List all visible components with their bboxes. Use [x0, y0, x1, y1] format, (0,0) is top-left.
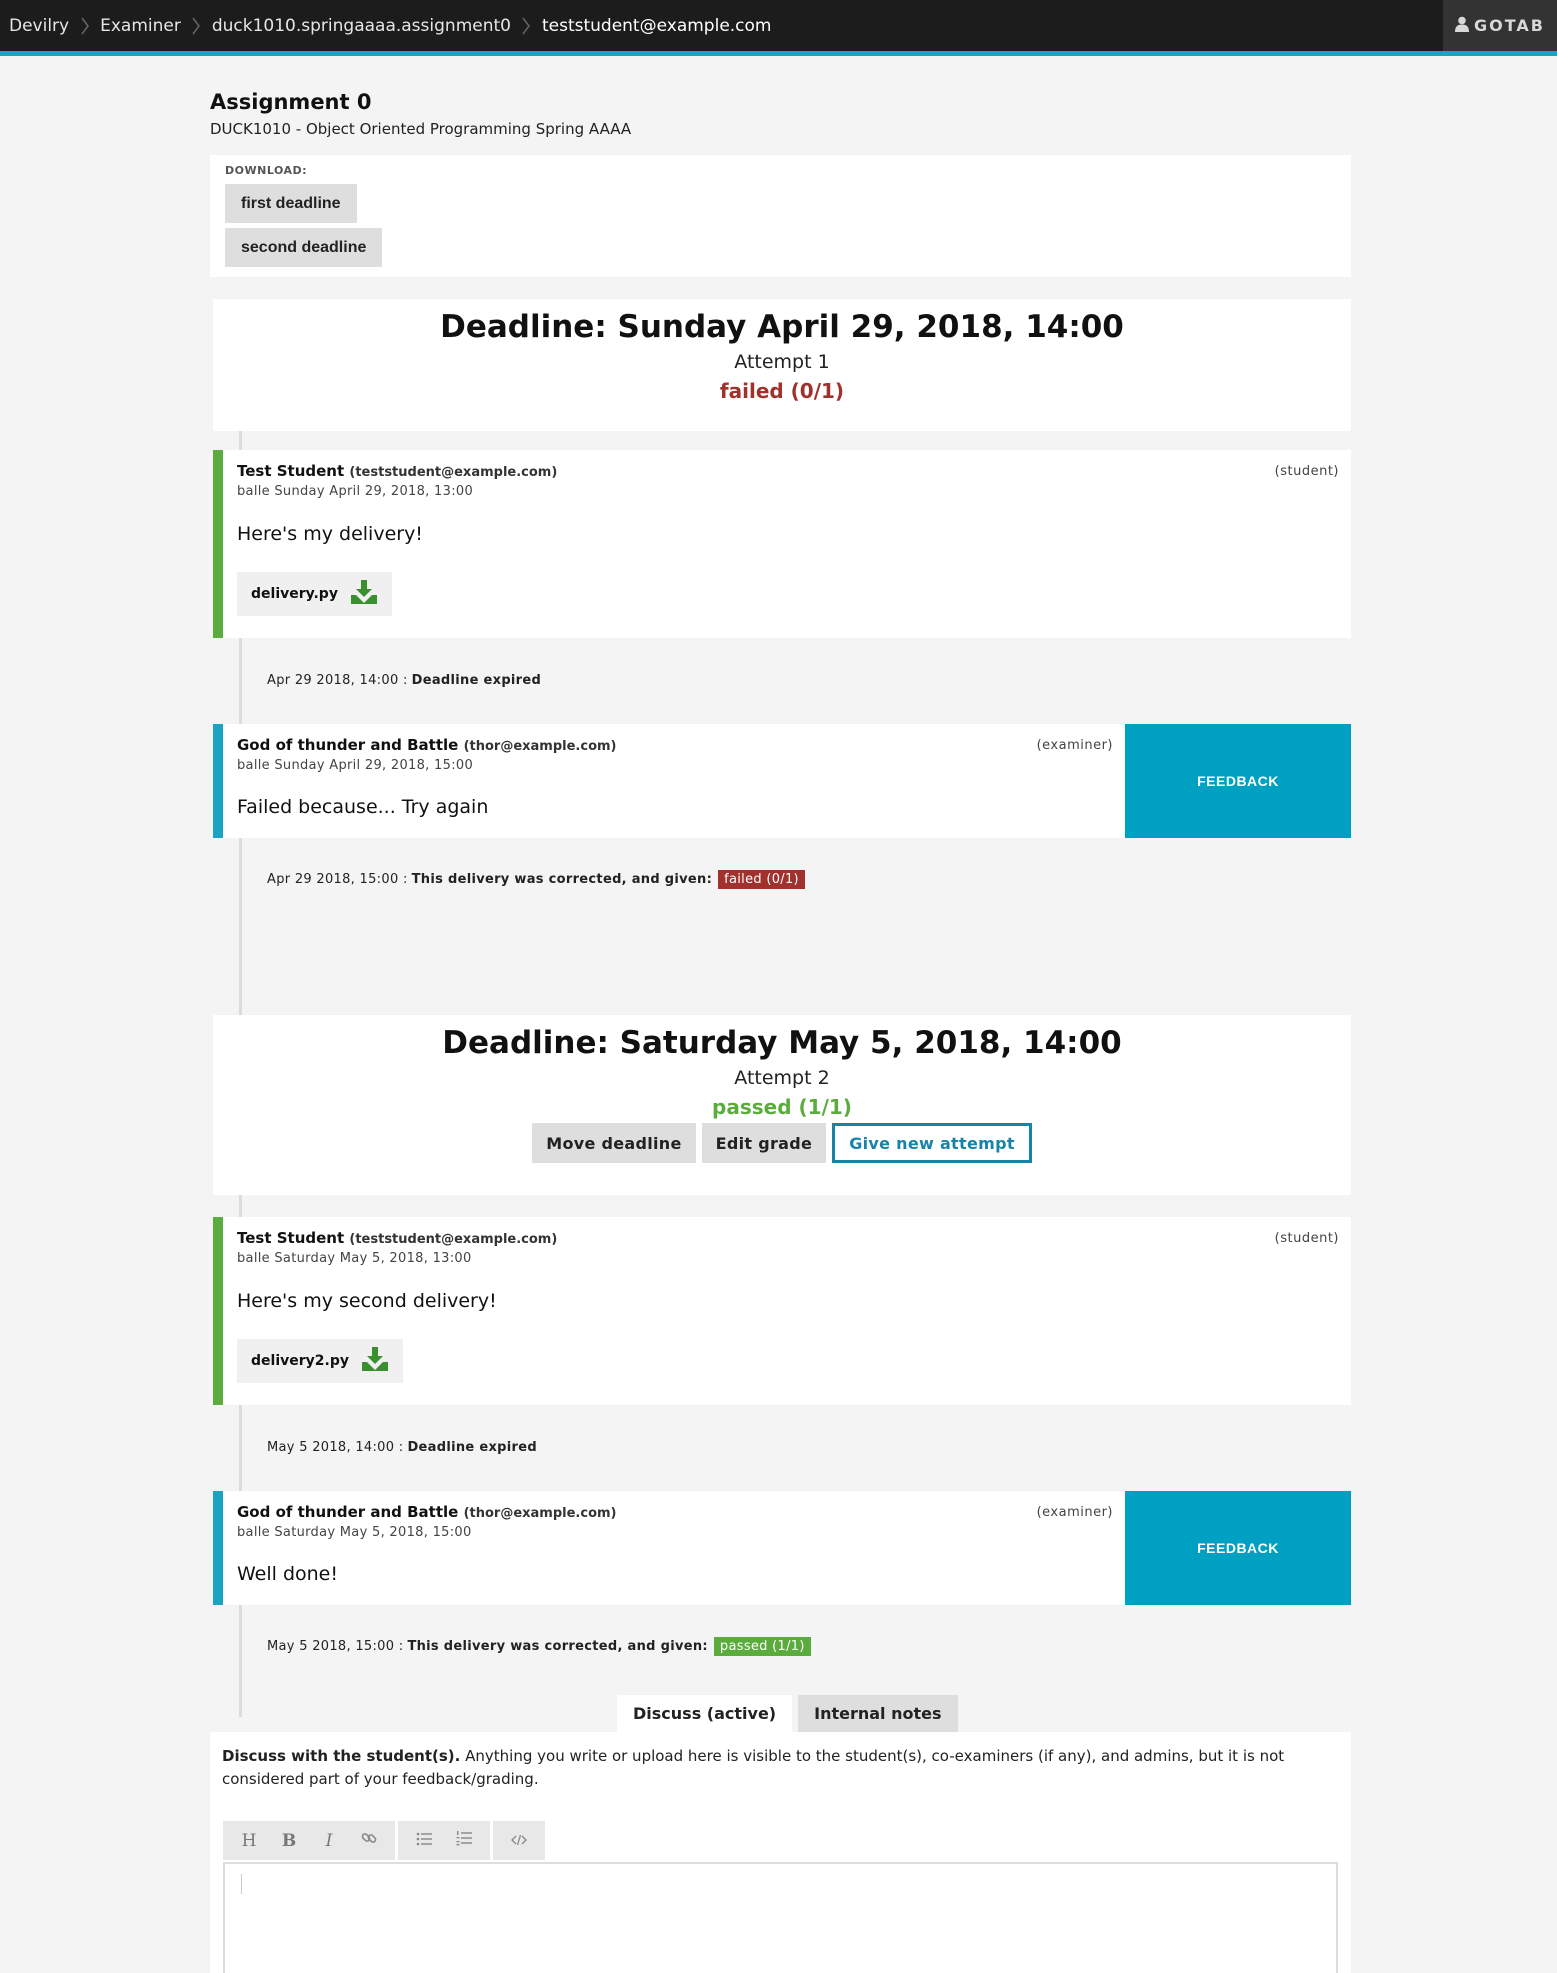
user-menu-button[interactable]: GOTAB — [1443, 0, 1557, 51]
grade-status: passed (1/1) — [712, 1095, 852, 1119]
code-icon — [511, 1831, 527, 1851]
event-text: This delivery was corrected, and given: — [407, 1639, 708, 1654]
link-button[interactable] — [349, 1821, 389, 1860]
author-name: God of thunder and Battle — [237, 736, 459, 754]
grading-event: Apr 29 2018, 15:00 : This delivery was co… — [267, 870, 805, 889]
chevron-right-icon — [78, 14, 91, 38]
file-name: delivery.py — [251, 586, 338, 602]
student-delivery-message: Test Student (teststudent@example.com) (… — [213, 450, 1351, 638]
deadline-2-header: Deadline: Saturday May 5, 2018, 14:00 At… — [213, 1015, 1351, 1195]
event-date: May 5 2018, 15:00 : — [267, 1639, 404, 1654]
event-date: Apr 29 2018, 14:00 : — [267, 673, 408, 688]
event-text: This delivery was corrected, and given: — [411, 872, 713, 887]
tab-discuss[interactable]: Discuss (active) — [617, 1695, 793, 1732]
deadline-1-header: Deadline: Sunday April 29, 2018, 14:00 A… — [213, 299, 1351, 431]
role-label: (student) — [1274, 1231, 1339, 1246]
author-name: Test Student — [237, 462, 345, 480]
link-icon — [361, 1830, 377, 1851]
download-panel: DOWNLOAD: first deadline second deadline — [210, 155, 1351, 277]
bold-button[interactable]: B — [269, 1821, 309, 1860]
user-name: GOTAB — [1474, 16, 1545, 35]
message-date: balle Sunday April 29, 2018, 15:00 — [237, 758, 474, 773]
event-date: May 5 2018, 14:00 : — [267, 1440, 404, 1455]
download-label: DOWNLOAD: — [225, 164, 308, 177]
event-text: Deadline expired — [411, 673, 542, 688]
examiner-feedback-message: God of thunder and Battle (thor@example.… — [213, 724, 1351, 838]
author-email: (thor@example.com) — [463, 1506, 617, 1521]
attempt-label: Attempt 1 — [734, 351, 830, 373]
grade-tag: failed (0/1) — [718, 870, 805, 889]
deadline-expired-event: May 5 2018, 14:00 : Deadline expired — [267, 1440, 537, 1455]
author-email: (teststudent@example.com) — [349, 1232, 558, 1247]
message-text: Failed because... Try again — [237, 796, 489, 818]
message-date: balle Saturday May 5, 2018, 13:00 — [237, 1251, 472, 1266]
author-email: (thor@example.com) — [463, 739, 617, 754]
file-name: delivery2.py — [251, 1353, 349, 1369]
feedback-button[interactable]: FEEDBACK — [1125, 1491, 1351, 1605]
numbered-list-button[interactable] — [444, 1821, 484, 1860]
deadline-title: Deadline: Sunday April 29, 2018, 14:00 — [440, 309, 1124, 345]
deadline-actions: Move deadline Edit grade Give new attemp… — [213, 1123, 1351, 1163]
page-title: Assignment 0 — [210, 90, 372, 114]
role-label: (examiner) — [1036, 738, 1113, 753]
comment-editor[interactable] — [223, 1862, 1338, 1973]
discussion-lead: Discuss with the student(s). — [222, 1747, 461, 1765]
chevron-right-icon — [190, 14, 203, 38]
author-name: Test Student — [237, 1229, 345, 1247]
breadcrumb-assignment[interactable]: duck1010.springaaaa.assignment0 — [203, 16, 520, 36]
role-label: (student) — [1274, 464, 1339, 479]
download-icon — [338, 579, 378, 609]
discussion-panel: Discuss with the student(s). Anything yo… — [210, 1732, 1351, 1973]
discussion-tabs: Discuss (active) Internal notes — [617, 1695, 958, 1732]
top-navbar: Devilry Examiner duck1010.springaaaa.ass… — [0, 0, 1557, 56]
author-name: God of thunder and Battle — [237, 1503, 459, 1521]
attempt-label: Attempt 2 — [734, 1067, 830, 1089]
download-second-deadline-button[interactable]: second deadline — [225, 228, 383, 267]
text-caret — [241, 1874, 242, 1894]
heading-button[interactable]: H — [229, 1821, 269, 1860]
tab-internal-notes[interactable]: Internal notes — [798, 1695, 958, 1732]
course-subtitle: DUCK1010 - Object Oriented Programming S… — [210, 120, 632, 138]
grading-event: May 5 2018, 15:00 : This delivery was cor… — [267, 1637, 811, 1656]
file-download-chip[interactable]: delivery2.py — [237, 1339, 403, 1383]
message-text: Here's my second delivery! — [237, 1290, 497, 1312]
feedback-button[interactable]: FEEDBACK — [1125, 724, 1351, 838]
download-icon — [349, 1346, 389, 1376]
file-download-chip[interactable]: delivery.py — [237, 572, 392, 616]
breadcrumb: Devilry Examiner duck1010.springaaaa.ass… — [0, 0, 781, 51]
edit-grade-button[interactable]: Edit grade — [701, 1123, 827, 1163]
message-date: balle Sunday April 29, 2018, 13:00 — [237, 484, 474, 499]
event-date: Apr 29 2018, 15:00 : — [267, 872, 408, 887]
author-email: (teststudent@example.com) — [349, 465, 558, 480]
user-icon — [1455, 16, 1474, 36]
move-deadline-button[interactable]: Move deadline — [532, 1123, 696, 1163]
bulleted-list-icon — [416, 1831, 432, 1851]
editor-toolbar: H B I — [223, 1821, 545, 1860]
deadline-expired-event: Apr 29 2018, 14:00 : Deadline expired — [267, 673, 541, 688]
student-delivery-message: Test Student (teststudent@example.com) (… — [213, 1217, 1351, 1405]
breadcrumb-examiner[interactable]: Examiner — [91, 16, 190, 36]
message-date: balle Saturday May 5, 2018, 15:00 — [237, 1525, 472, 1540]
numbered-list-icon — [456, 1830, 472, 1851]
give-new-attempt-button[interactable]: Give new attempt — [832, 1123, 1032, 1163]
code-button[interactable] — [499, 1821, 539, 1860]
role-label: (examiner) — [1036, 1505, 1113, 1520]
message-text: Here's my delivery! — [237, 523, 423, 545]
breadcrumb-student: teststudent@example.com — [541, 15, 772, 36]
italic-button[interactable]: I — [309, 1821, 349, 1860]
breadcrumb-devilry[interactable]: Devilry — [0, 16, 78, 36]
discussion-description: Discuss with the student(s). Anything yo… — [222, 1745, 1337, 1791]
deadline-title: Deadline: Saturday May 5, 2018, 14:00 — [442, 1025, 1122, 1061]
message-text: Well done! — [237, 1563, 338, 1585]
event-text: Deadline expired — [407, 1440, 537, 1455]
download-first-deadline-button[interactable]: first deadline — [225, 184, 357, 223]
chevron-right-icon — [520, 14, 533, 38]
bulleted-list-button[interactable] — [404, 1821, 444, 1860]
grade-tag: passed (1/1) — [713, 1637, 811, 1656]
grade-status: failed (0/1) — [719, 379, 845, 403]
examiner-feedback-message: God of thunder and Battle (thor@example.… — [213, 1491, 1351, 1605]
